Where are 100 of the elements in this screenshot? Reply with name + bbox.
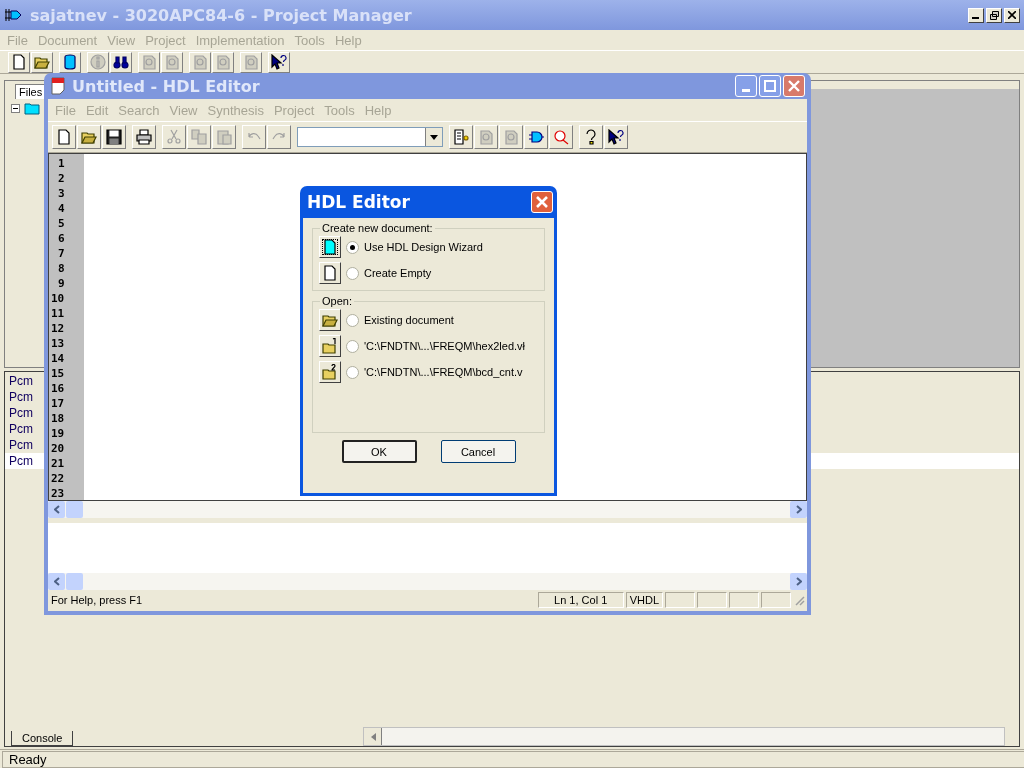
radio-button[interactable] [346, 365, 359, 379]
option-button[interactable] [319, 309, 341, 331]
horizontal-scrollbar[interactable] [48, 573, 807, 590]
ok-button[interactable]: OK [341, 440, 417, 463]
cancel-button[interactable]: Cancel [440, 440, 516, 463]
toolbar-button[interactable] [77, 125, 101, 149]
line-number: 9 [57, 276, 66, 291]
status-text: Ready [2, 750, 1024, 768]
option-button[interactable] [319, 236, 341, 258]
restore-icon [989, 10, 999, 20]
menu-item[interactable]: Edit [80, 102, 114, 118]
document-icon [141, 54, 157, 70]
printer-icon [136, 129, 152, 145]
option-button[interactable] [319, 262, 341, 284]
scroll-right-button[interactable] [790, 501, 807, 518]
menu-item[interactable]: File [2, 32, 33, 48]
horizontal-scrollbar[interactable] [48, 501, 807, 518]
document-icon [50, 77, 68, 95]
folder-icon [24, 102, 40, 115]
menu-item[interactable]: Help [329, 32, 367, 48]
scroll-thumb[interactable] [66, 501, 83, 518]
window-title: sajatnev - 3020APC84-6 - Project Manager [30, 5, 412, 25]
toolbar-button[interactable] [102, 125, 126, 149]
close-icon [1008, 11, 1016, 19]
menu-item[interactable]: Tools [319, 102, 360, 118]
radio-button[interactable] [346, 339, 359, 353]
group-label: Open: [321, 295, 353, 307]
option-label[interactable]: 'C:\FNDTN\...\FREQM\hex2led.vł [364, 340, 525, 352]
toolbar-button[interactable] [8, 51, 30, 73]
option-label[interactable]: Use HDL Design Wizard [364, 241, 483, 253]
radio-button[interactable] [346, 266, 359, 280]
line-number: 22 [50, 471, 66, 486]
menu-item[interactable]: Synthesis [202, 102, 269, 118]
restore-button[interactable] [986, 7, 1002, 23]
horizontal-scrollbar[interactable] [363, 727, 1006, 746]
menu-item[interactable]: Document [32, 32, 103, 48]
scroll-right-button[interactable] [790, 573, 807, 590]
option-label[interactable]: Existing document [364, 314, 454, 326]
scroll-thumb[interactable] [66, 573, 83, 590]
resize-grip-icon[interactable] [793, 594, 805, 606]
folder-icon [322, 338, 338, 354]
option-button[interactable] [319, 335, 341, 357]
copy-icon [191, 129, 207, 145]
menu-item[interactable]: Search [113, 102, 165, 118]
line-number: 14 [50, 351, 66, 366]
cursor-position: Ln 1, Col 1 [537, 592, 624, 608]
menu-item[interactable]: View [164, 102, 203, 118]
minimize-button[interactable] [968, 7, 984, 23]
toolbar-button[interactable] [604, 125, 628, 149]
menu-item[interactable]: Implementation [190, 32, 290, 48]
menu-item[interactable]: View [102, 32, 141, 48]
document-icon [192, 54, 208, 70]
dropdown-field[interactable] [297, 127, 443, 147]
line-number: 11 [50, 306, 66, 321]
console-tab[interactable]: Console [11, 731, 74, 746]
cylinder-icon [62, 54, 78, 70]
line-number: 12 [50, 321, 66, 336]
toolbar-button[interactable] [31, 51, 53, 73]
toolbar-button[interactable] [132, 125, 156, 149]
toolbar-button[interactable] [59, 51, 81, 73]
scroll-left-button[interactable] [48, 501, 65, 518]
toolbar-button[interactable] [268, 51, 290, 73]
left-arrow-icon [369, 732, 376, 741]
menu-item[interactable]: File [50, 102, 81, 118]
page-icon [322, 265, 338, 281]
line-number: 3 [57, 186, 66, 201]
option-label[interactable]: Create Empty [364, 267, 432, 279]
close-icon [788, 80, 800, 92]
magnifier-icon [553, 129, 569, 145]
status-text: For Help, press F1 [50, 594, 144, 606]
line-number: 7 [57, 246, 66, 261]
line-number: 19 [50, 426, 66, 441]
menu-item[interactable]: Project [268, 102, 320, 118]
line-number: 8 [57, 261, 66, 276]
toolbar-button[interactable] [52, 125, 76, 149]
toolbar-button[interactable] [110, 51, 132, 73]
menu-item[interactable]: Help [359, 102, 397, 118]
option-label[interactable]: 'C:\FNDTN\...\FREQM\bcd_cnt.v [364, 366, 523, 378]
close-button[interactable] [1004, 7, 1020, 23]
line-number: 17 [50, 396, 66, 411]
folder-icon [81, 129, 97, 145]
collapse-icon[interactable] [11, 104, 20, 113]
document-icon [503, 129, 519, 145]
toolbar-button[interactable] [579, 125, 603, 149]
line-number: 5 [57, 216, 66, 231]
maximize-button[interactable] [759, 75, 781, 97]
line-number: 6 [57, 231, 66, 246]
radio-button[interactable] [346, 240, 359, 254]
option-button[interactable] [319, 361, 341, 383]
menu-item[interactable]: Project [140, 32, 191, 48]
files-tab[interactable]: Files [15, 84, 47, 99]
status-pane [665, 592, 695, 608]
menu-item[interactable]: Tools [289, 32, 330, 48]
folder-icon [322, 312, 338, 328]
radio-button[interactable] [346, 313, 359, 327]
toolbar-button[interactable] [524, 125, 548, 149]
page-icon [56, 129, 72, 145]
binoculars-icon [113, 54, 129, 70]
scroll-left-button[interactable] [48, 573, 65, 590]
toolbar-button[interactable] [449, 125, 473, 149]
